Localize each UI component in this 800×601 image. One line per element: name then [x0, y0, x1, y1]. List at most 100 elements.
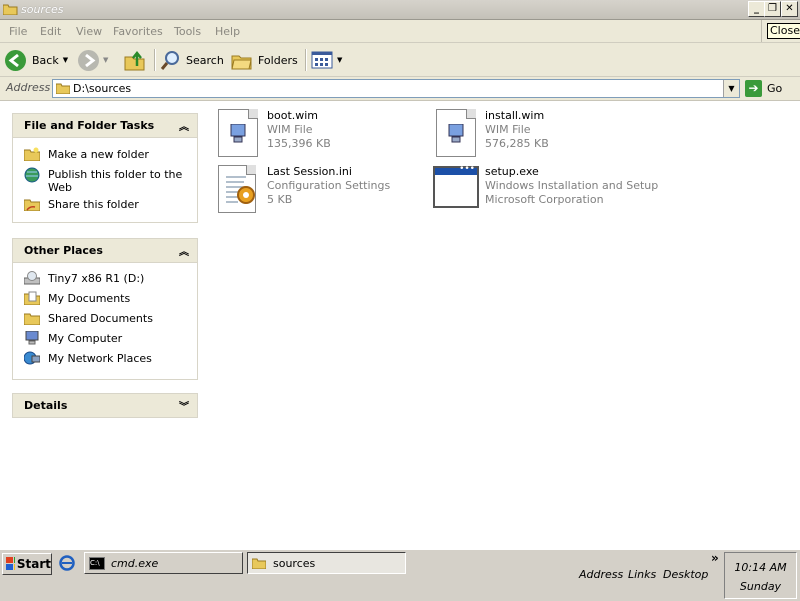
- back-dropdown-icon[interactable]: ▼: [63, 56, 68, 64]
- menu-edit[interactable]: Edit: [40, 25, 61, 38]
- taskbar-sources-label: sources: [273, 556, 316, 570]
- taskbar-cmd-label: cmd.exe: [111, 556, 159, 570]
- folders-button[interactable]: Folders: [231, 48, 298, 72]
- place-my-computer[interactable]: My Computer: [13, 331, 197, 351]
- toolbar-chevron-icon[interactable]: »: [711, 551, 719, 565]
- file-type: WIM File: [485, 123, 531, 136]
- details-panel: Details ︾: [12, 393, 198, 418]
- file-item[interactable]: ••• setup.exe Windows Installation and S…: [433, 164, 663, 215]
- my-computer-icon: [25, 331, 39, 345]
- file-item[interactable]: install.wim WIM File 576,285 KB: [436, 109, 656, 159]
- forward-arrow-icon: [78, 49, 99, 71]
- folder-icon: [56, 83, 70, 94]
- folders-label: Folders: [258, 53, 298, 67]
- taskbar-button-cmd[interactable]: C:\ cmd.exe: [84, 552, 243, 574]
- menu-bar: File Edit View Favorites Tools Help: [0, 20, 800, 43]
- menu-file[interactable]: File: [9, 25, 27, 38]
- minimize-button[interactable]: _: [748, 1, 765, 17]
- folder-icon: [252, 558, 266, 569]
- views-icon: [311, 51, 333, 69]
- taskbar-button-sources[interactable]: sources: [247, 552, 406, 574]
- go-label: Go: [767, 82, 783, 95]
- ie-quicklaunch-icon[interactable]: [59, 555, 75, 571]
- details-header[interactable]: Details ︾: [12, 393, 198, 418]
- address-input[interactable]: D:\sources ▼: [52, 79, 740, 98]
- file-size: 135,396 KB: [267, 137, 331, 150]
- address-label: Address: [6, 81, 51, 94]
- cd-drive-icon: [24, 271, 40, 285]
- wim-file-icon: [218, 109, 258, 157]
- up-folder-button[interactable]: [124, 48, 146, 72]
- search-icon: [160, 51, 179, 70]
- start-label: Start: [16, 557, 51, 571]
- taskbar: Start C:\ cmd.exe sources » Address Link…: [0, 549, 800, 601]
- my-documents-icon: [24, 291, 40, 305]
- file-company: Microsoft Corporation: [485, 193, 604, 206]
- globe-icon: [24, 167, 40, 183]
- cmd-icon: C:\: [89, 556, 105, 570]
- address-value: D:\sources: [73, 82, 132, 95]
- address-toolbar-label[interactable]: Address: [579, 568, 623, 581]
- file-name: install.wim: [485, 109, 545, 122]
- file-type: WIM File: [267, 123, 313, 136]
- toolbar-separator: [305, 49, 307, 71]
- toolbar-separator: [154, 49, 156, 71]
- panel-title: File and Folder Tasks: [24, 119, 155, 132]
- task-share-folder[interactable]: Share this folder: [13, 197, 197, 217]
- shared-folder-icon: [24, 313, 40, 325]
- folder-icon: [3, 4, 18, 15]
- file-description: Windows Installation and Setup: [485, 179, 659, 192]
- other-places-header[interactable]: Other Places ︽: [12, 238, 198, 263]
- place-my-documents[interactable]: My Documents: [13, 291, 197, 311]
- clock-time[interactable]: 10:14 AM: [725, 561, 796, 574]
- standard-toolbar: Back ▼ ▼ Search Folders ▼: [0, 43, 800, 77]
- file-folder-tasks-panel: File and Folder Tasks ︽ Make a new folde…: [12, 113, 198, 223]
- panel-title: Details: [24, 399, 68, 412]
- restore-button[interactable]: ❐: [764, 1, 781, 17]
- menu-favorites[interactable]: Favorites: [113, 25, 163, 38]
- views-dropdown-icon[interactable]: ▼: [337, 56, 342, 64]
- forward-button[interactable]: ▼: [78, 48, 108, 72]
- address-bar: Address D:\sources ▼ ➔ Go: [0, 77, 800, 101]
- network-places-icon: [24, 351, 40, 365]
- collapse-chevron-icon[interactable]: ︽: [179, 118, 189, 133]
- menu-help[interactable]: Help: [215, 25, 240, 38]
- links-toolbar-label[interactable]: Links: [628, 568, 656, 581]
- exe-window-icon: •••: [433, 164, 479, 208]
- clock-day: Sunday: [739, 580, 782, 593]
- collapse-chevron-icon[interactable]: ︽: [179, 243, 189, 258]
- task-publish-web[interactable]: Publish this folder to the Web: [13, 167, 197, 197]
- address-dropdown-icon[interactable]: ▼: [723, 80, 739, 97]
- title-bar[interactable]: sources _ ❐ ✕: [0, 0, 800, 20]
- forward-dropdown-icon[interactable]: ▼: [103, 56, 108, 64]
- file-folder-tasks-header[interactable]: File and Folder Tasks ︽: [12, 113, 198, 138]
- close-tooltip: Close: [767, 23, 800, 39]
- windows-logo-icon: [6, 557, 15, 570]
- expand-chevron-icon[interactable]: ︾: [179, 398, 189, 413]
- window-title: sources: [21, 3, 64, 16]
- file-name: setup.exe: [485, 165, 539, 178]
- file-item[interactable]: boot.wim WIM File 135,396 KB: [218, 109, 418, 159]
- menu-view[interactable]: View: [76, 25, 102, 38]
- notification-area: 10:14 AM Sunday: [724, 552, 797, 599]
- folders-icon: [231, 55, 252, 70]
- start-button[interactable]: Start: [2, 553, 52, 575]
- place-shared-documents[interactable]: Shared Documents: [13, 311, 197, 331]
- task-make-new-folder[interactable]: Make a new folder: [13, 147, 197, 167]
- back-arrow-icon: [5, 49, 26, 71]
- desktop-toolbar-label[interactable]: Desktop: [663, 568, 708, 581]
- new-folder-icon: [24, 147, 40, 161]
- close-button[interactable]: ✕: [781, 1, 798, 17]
- back-label: Back: [32, 53, 59, 67]
- views-button[interactable]: ▼: [311, 48, 342, 72]
- place-my-network-places[interactable]: My Network Places: [13, 351, 197, 371]
- place-drive-d[interactable]: Tiny7 x86 R1 (D:): [13, 271, 197, 291]
- share-folder-icon: [24, 199, 40, 211]
- search-button[interactable]: Search: [160, 48, 224, 72]
- go-button[interactable]: ➔ Go: [745, 79, 782, 98]
- menu-tools[interactable]: Tools: [174, 25, 201, 38]
- search-label: Search: [186, 53, 224, 67]
- file-item[interactable]: Last Session.ini Configuration Settings …: [218, 165, 418, 215]
- back-button[interactable]: Back ▼: [5, 48, 68, 72]
- file-name: Last Session.ini: [267, 165, 352, 178]
